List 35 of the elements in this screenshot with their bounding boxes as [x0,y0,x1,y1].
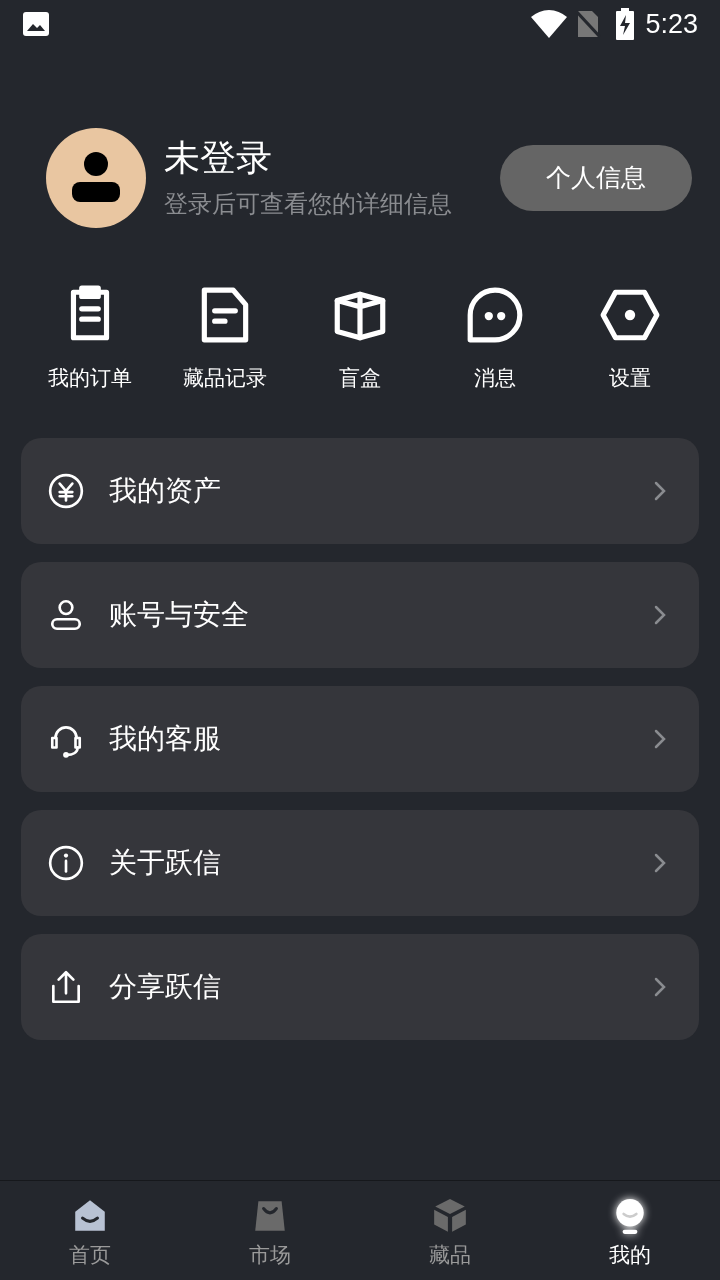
menu-label: 分享跃信 [109,969,222,1004]
quick-action[interactable]: 消息 [427,284,563,394]
cube-icon [431,1197,469,1235]
menu-item[interactable]: 分享跃信 [21,933,699,1040]
nav-tab[interactable]: 首页 [0,1181,180,1280]
wifi-icon [531,10,568,38]
login-hint: 登录后可查看您的详细信息 [164,189,453,219]
image-icon [22,11,50,37]
nav-tab[interactable]: 我的 [540,1181,720,1280]
menu-item[interactable]: 关于跃信 [21,809,699,916]
chevron-right-icon [653,603,667,626]
yen-coin-icon [47,471,85,510]
chevron-right-icon [653,727,667,750]
quick-action[interactable]: 我的订单 [22,284,158,394]
quick-action[interactable]: 藏品记录 [157,284,293,394]
menu-label: 我的资产 [109,473,222,508]
username: 未登录 [164,136,273,180]
status-time: 5:23 [645,7,698,41]
profile-info-button[interactable]: 个人信息 [500,145,692,211]
quick-action[interactable]: 设置 [562,284,698,394]
menu-label: 我的客服 [109,721,222,756]
menu-item[interactable]: 账号与安全 [21,561,699,668]
quick-action[interactable]: 盲盒 [292,284,428,394]
user-silhouette-icon [71,152,121,204]
chevron-right-icon [653,479,667,502]
nav-tab[interactable]: 市场 [180,1181,360,1280]
chevron-right-icon [653,851,667,874]
info-icon [47,843,85,882]
nav-tab[interactable]: 藏品 [360,1181,540,1280]
chevron-right-icon [653,975,667,998]
menu-label: 关于跃信 [109,845,222,880]
menu-item[interactable]: 我的资产 [21,437,699,544]
battery-charging-icon [615,8,636,40]
menu-label: 账号与安全 [109,597,250,632]
menu-item[interactable]: 我的客服 [21,685,699,792]
